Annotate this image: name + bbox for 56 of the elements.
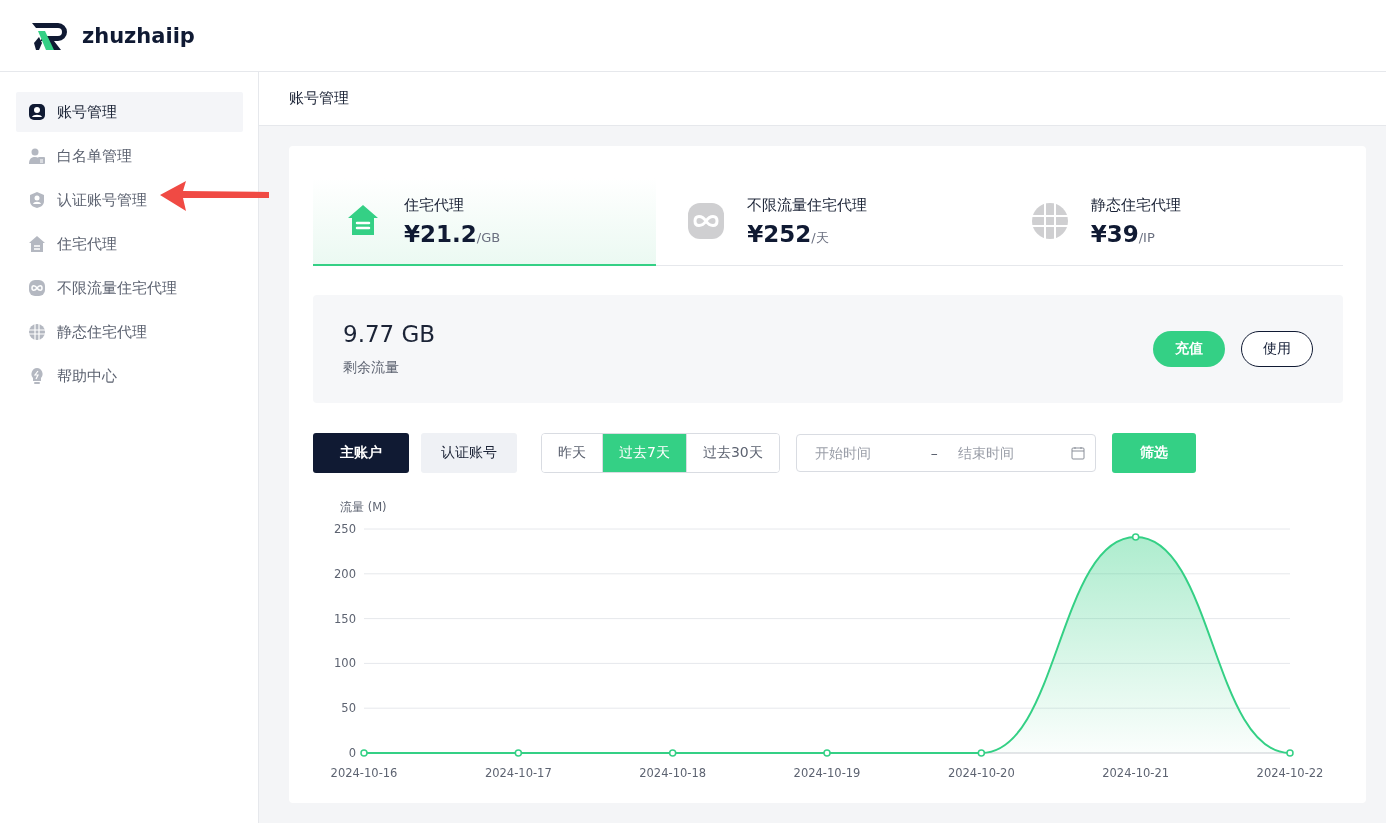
sidebar-item[interactable]: 静态住宅代理 (16, 312, 243, 352)
balance-label: 剩余流量 (343, 359, 399, 375)
x-tick-label: 2024-10-20 (947, 766, 1015, 780)
balance-value: 9.77 GB (343, 321, 436, 347)
y-tick-label: 50 (341, 701, 356, 716)
shield-user-icon (28, 191, 46, 209)
product-name: 静态住宅代理 (1090, 195, 1181, 215)
lightbulb-icon (28, 367, 46, 385)
sidebar-item[interactable]: 认证账号管理 (16, 180, 243, 220)
product-price: ¥252/天 (747, 220, 829, 247)
data-point (977, 749, 986, 757)
y-tick-label: 0 (348, 746, 356, 760)
product-tab[interactable]: 静态住宅代理 ¥39/IP (999, 178, 1343, 266)
page-title: 账号管理 (259, 72, 1386, 126)
x-tick-label: 2024-10-16 (330, 766, 398, 780)
data-point (668, 749, 677, 757)
sidebar-item[interactable]: 住宅代理 (16, 224, 243, 264)
data-point (1131, 533, 1140, 541)
calendar-icon (1070, 446, 1085, 460)
product-name: 不限流量住宅代理 (747, 195, 868, 215)
product-price: ¥21.2/GB (404, 220, 501, 247)
brand-name: zhuzhaiip (82, 23, 195, 48)
data-point (823, 749, 831, 757)
globe-icon (1029, 201, 1070, 241)
y-tick-label: 100 (334, 656, 356, 671)
data-point (360, 749, 368, 757)
x-tick-label: 2024-10-21 (1102, 766, 1170, 780)
account-tab[interactable]: 主账户 (313, 433, 409, 473)
data-point (514, 749, 523, 757)
user-icon (28, 103, 46, 121)
range-tab[interactable]: 过去30天 (685, 434, 779, 472)
y-tick-label: 150 (334, 611, 356, 626)
product-name: 住宅代理 (404, 195, 465, 215)
infinity-icon (28, 279, 46, 297)
use-button[interactable]: 使用 (1241, 331, 1313, 367)
y-axis-label: 流量 (M) (340, 500, 387, 514)
user-document-icon (28, 147, 46, 165)
x-tick-label: 2024-10-17 (484, 766, 552, 780)
sidebar-item[interactable]: 白名单管理 (16, 136, 243, 176)
x-tick-label: 2024-10-19 (793, 766, 861, 780)
y-tick-label: 250 (334, 522, 356, 536)
globe-icon (28, 323, 46, 341)
account-tab[interactable]: 认证账号 (421, 433, 517, 473)
house-icon (28, 235, 46, 253)
range-separator: – (930, 445, 938, 461)
sidebar-item[interactable]: 不限流量住宅代理 (16, 268, 243, 308)
infinity-icon (686, 201, 727, 241)
x-tick-label: 2024-10-18 (639, 766, 707, 780)
sidebar-item[interactable]: 账号管理 (16, 92, 243, 132)
date-range-field[interactable]: 开始时间 – 结束时间 (795, 434, 1096, 472)
sidebar-item[interactable]: 帮助中心 (16, 356, 243, 396)
y-tick-label: 200 (334, 566, 356, 581)
product-tab[interactable]: 不限流量住宅代理 ¥252/天 (656, 178, 1000, 266)
data-point (1286, 749, 1294, 757)
product-price: ¥39/IP (1090, 220, 1155, 247)
x-tick-label: 2024-10-22 (1256, 766, 1324, 780)
